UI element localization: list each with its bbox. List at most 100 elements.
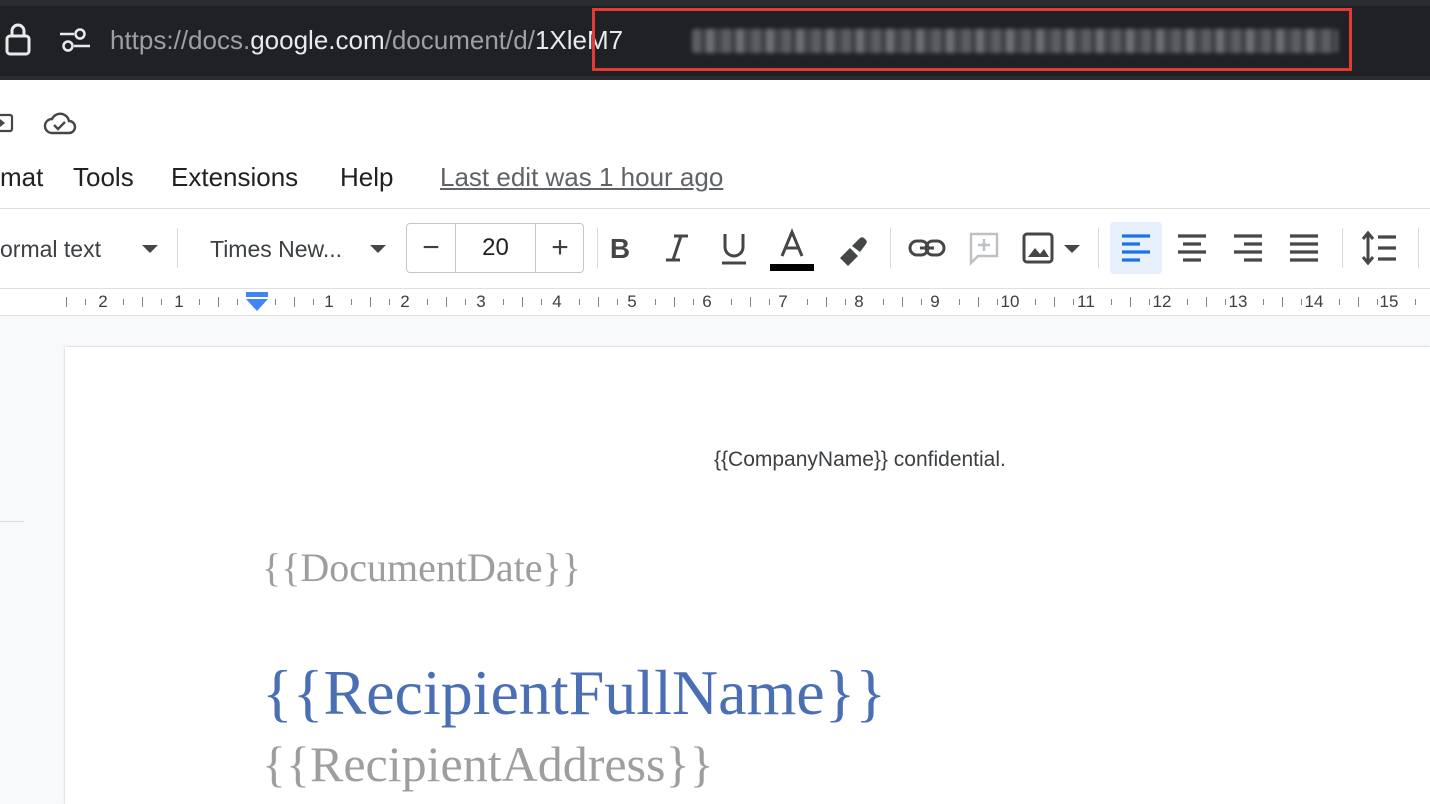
- insert-image-icon[interactable]: [1018, 228, 1058, 268]
- ruler-number: 6: [702, 292, 712, 311]
- url-scheme: https://: [110, 25, 189, 55]
- ruler-tick: [294, 297, 295, 307]
- ruler-tick: [1130, 297, 1131, 307]
- ruler-tick: [883, 299, 884, 305]
- recipient-name-placeholder[interactable]: {{RecipientFullName}}: [262, 657, 886, 729]
- bold-icon[interactable]: B: [600, 228, 640, 268]
- cloud-saved-icon[interactable]: [43, 111, 77, 137]
- toolbar-divider: [890, 228, 891, 268]
- outline-divider: [0, 521, 24, 522]
- ruler-tick: [902, 297, 903, 307]
- ruler-tick: [693, 299, 694, 305]
- paragraph-style-select[interactable]: ormal text: [0, 234, 101, 264]
- ruler-tick: [579, 299, 580, 305]
- ruler-number: 11: [1077, 292, 1095, 311]
- ruler-tick: [1339, 299, 1340, 305]
- ruler-number: 8: [854, 292, 864, 311]
- ruler-tick: [199, 299, 200, 305]
- line-spacing-icon[interactable]: [1360, 228, 1400, 268]
- url-path: /document/d/: [384, 25, 535, 55]
- toolbar-divider: [1418, 228, 1419, 268]
- move-to-folder-icon[interactable]: [0, 113, 14, 133]
- ruler-number: 7: [778, 292, 788, 311]
- menu-tools[interactable]: Tools: [73, 160, 134, 194]
- ruler-tick: [1301, 299, 1302, 305]
- ruler-tick: [427, 299, 428, 305]
- ruler-tick: [1358, 297, 1359, 307]
- page-header-text[interactable]: {{CompanyName}} confidential.: [714, 446, 1006, 474]
- lock-icon[interactable]: [4, 22, 32, 56]
- highlight-color-icon[interactable]: [832, 228, 872, 268]
- chevron-down-icon[interactable]: [1064, 245, 1080, 253]
- ruler-tick: [997, 299, 998, 305]
- ruler-tick: [1073, 299, 1074, 305]
- horizontal-ruler[interactable]: [0, 288, 1430, 316]
- align-center-icon[interactable]: [1172, 228, 1212, 268]
- ruler-tick: [370, 297, 371, 307]
- menu-format[interactable]: mat: [0, 160, 43, 194]
- ruler-tick: [351, 299, 352, 305]
- site-settings-icon[interactable]: [58, 26, 92, 54]
- recipient-address-placeholder[interactable]: {{RecipientAddress}}: [262, 735, 713, 793]
- ruler-number: 1: [174, 292, 184, 311]
- underline-icon[interactable]: [714, 228, 754, 268]
- insert-link-icon[interactable]: [907, 228, 947, 268]
- menu-extensions[interactable]: Extensions: [171, 160, 298, 194]
- ruler-tick: [598, 297, 599, 307]
- chevron-down-icon[interactable]: [370, 245, 386, 253]
- toolbar-divider: [177, 228, 178, 268]
- align-left-icon[interactable]: [1116, 228, 1156, 268]
- text-color-icon[interactable]: [770, 226, 814, 272]
- ruler-number: 12: [1152, 292, 1172, 311]
- ruler-number: 9: [930, 292, 940, 311]
- ruler-number: 2: [98, 292, 108, 311]
- indent-marker-icon[interactable]: [244, 292, 270, 312]
- ruler-tick: [1415, 299, 1416, 305]
- ruler-tick: [807, 299, 808, 305]
- svg-text:B: B: [610, 233, 630, 264]
- ruler-tick: [313, 299, 314, 305]
- italic-icon[interactable]: [657, 228, 697, 268]
- url-text[interactable]: https://docs.google.com/document/d/1XleM…: [110, 23, 623, 57]
- align-right-icon[interactable]: [1228, 228, 1268, 268]
- ruler-number: 13: [1228, 292, 1248, 311]
- menu-help[interactable]: Help: [340, 160, 393, 194]
- ruler-tick: [1225, 299, 1226, 305]
- ruler-tick: [617, 299, 618, 305]
- ruler-number: 3: [476, 292, 486, 311]
- toolbar-divider: [1098, 228, 1099, 268]
- ruler-tick: [237, 299, 238, 305]
- ruler-tick: [161, 299, 162, 305]
- ruler-number: 5: [627, 292, 637, 311]
- ruler-tick: [465, 299, 466, 305]
- decrease-font-size-button[interactable]: −: [407, 224, 455, 272]
- justify-icon[interactable]: [1284, 228, 1324, 268]
- highlight-box: [592, 8, 1352, 71]
- ruler-tick: [921, 299, 922, 305]
- last-edit-link[interactable]: Last edit was 1 hour ago: [440, 160, 723, 194]
- tab-strip-edge: [0, 0, 1430, 6]
- ruler-tick: [674, 297, 675, 307]
- font-size-input[interactable]: 20: [456, 224, 535, 272]
- ruler-tick: [1206, 297, 1207, 307]
- ruler-tick: [1282, 297, 1283, 307]
- ruler-tick: [503, 299, 504, 305]
- toolbar-divider: [1342, 228, 1343, 268]
- add-comment-icon[interactable]: [964, 228, 1004, 268]
- ruler-number: 10: [1000, 292, 1020, 311]
- url-domain: google.com: [250, 25, 385, 55]
- ruler-tick: [655, 299, 656, 305]
- ruler-tick: [123, 299, 124, 305]
- font-size-stepper: − 20 +: [406, 223, 584, 273]
- ruler-tick: [66, 297, 67, 307]
- chevron-down-icon[interactable]: [142, 245, 158, 253]
- toolbar-divider: [597, 228, 598, 268]
- ruler-number: 15: [1379, 292, 1399, 311]
- ruler-number: 14: [1304, 292, 1324, 311]
- document-date-placeholder[interactable]: {{DocumentDate}}: [262, 545, 581, 591]
- ruler-tick: [1377, 299, 1378, 305]
- ruler-tick: [522, 297, 523, 307]
- font-family-select[interactable]: Times New...: [210, 234, 342, 264]
- increase-font-size-button[interactable]: +: [536, 224, 584, 272]
- ruler-tick: [826, 297, 827, 307]
